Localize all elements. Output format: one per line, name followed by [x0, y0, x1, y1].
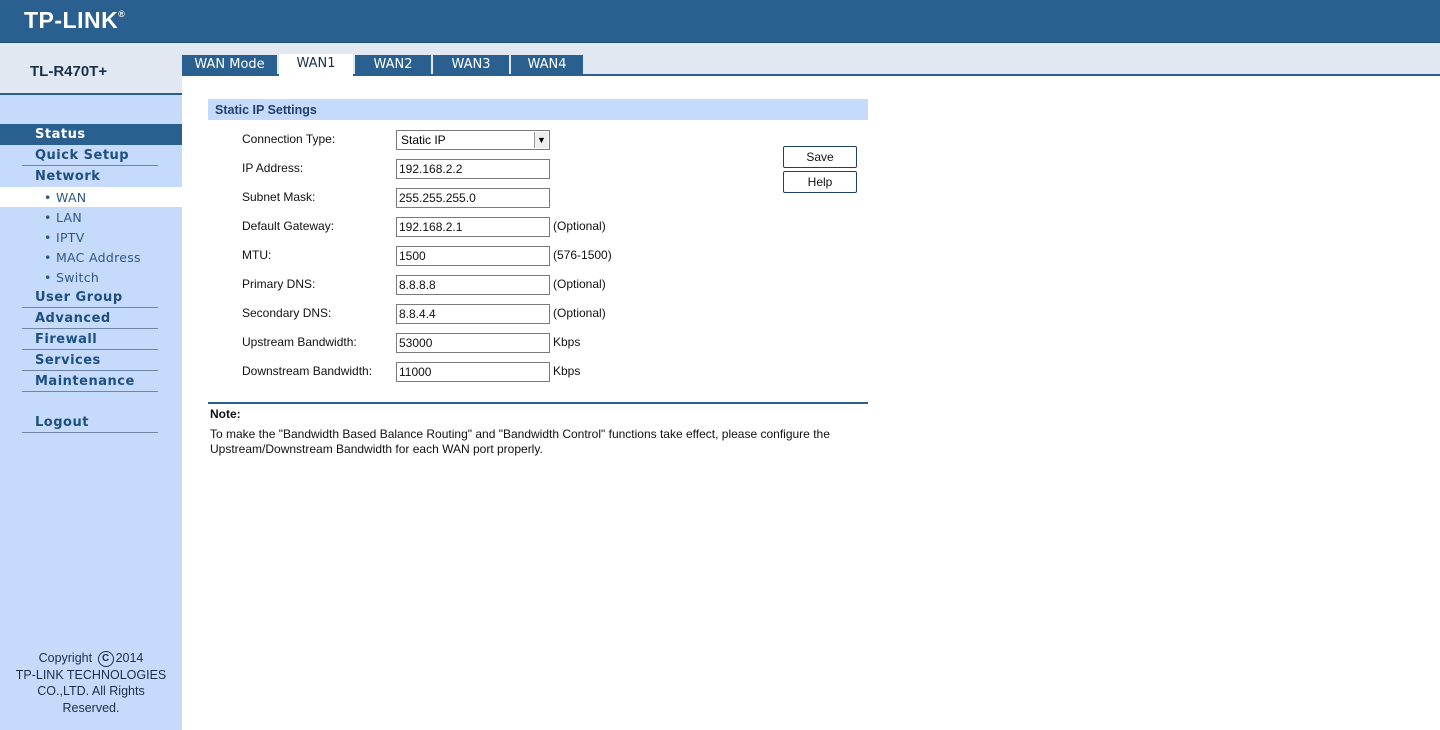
note-divider — [208, 402, 868, 404]
tab-bar: WAN Mode WAN1 WAN2 WAN3 WAN4 — [182, 43, 1440, 76]
tab-wan2[interactable]: WAN2 — [355, 55, 431, 74]
sidebar-item-label: Maintenance — [35, 374, 135, 389]
divider — [22, 432, 158, 433]
form-row-subnet-mask: Subnet Mask: 255.255.255.0 — [182, 188, 882, 208]
default-gateway-input[interactable]: 192.168.2.1 — [396, 217, 550, 237]
bullet-icon: • — [44, 270, 52, 285]
field-label: Secondary DNS: — [242, 306, 332, 320]
sidebar-item-label: Services — [35, 353, 101, 368]
sidebar-item-label: Network — [35, 169, 101, 184]
tab-wan4[interactable]: WAN4 — [511, 55, 583, 74]
section-title: Static IP Settings — [215, 103, 317, 117]
sidebar-item-label: Firewall — [35, 332, 98, 347]
sidebar-item-logout[interactable]: Logout — [0, 412, 182, 433]
sidebar-item-firewall[interactable]: Firewall — [0, 329, 182, 350]
field-label: MTU: — [242, 248, 272, 262]
field-hint: (Optional) — [553, 277, 606, 291]
mtu-input[interactable]: 1500 — [396, 246, 550, 266]
top-header: TP-LINK® — [0, 0, 1440, 43]
tab-wan-mode[interactable]: WAN Mode — [182, 55, 277, 74]
note-title: Note: — [210, 407, 241, 421]
field-label: Subnet Mask: — [242, 190, 316, 204]
field-hint: (Optional) — [553, 219, 606, 233]
sidebar-item-label: User Group — [35, 290, 123, 305]
field-label: Primary DNS: — [242, 277, 316, 291]
field-hint: Kbps — [553, 364, 581, 378]
sidebar-subitem-label: • MAC Address — [44, 250, 141, 265]
sidebar-subitem-label: • WAN — [44, 190, 87, 205]
bullet-icon: • — [44, 230, 52, 245]
copyright-line4: Reserved. — [62, 700, 120, 715]
copyright-icon: C — [97, 650, 114, 667]
primary-dns-input[interactable]: 8.8.8.8 — [396, 275, 550, 295]
upstream-bandwidth-input[interactable]: 53000 — [396, 333, 550, 353]
connection-type-select[interactable]: Static IP ▼ — [396, 130, 550, 150]
model-box: TL-R470T+ — [0, 43, 182, 95]
form-row-ip-address: IP Address: 192.168.2.2 — [182, 159, 882, 179]
sidebar: TL-R470T+ Status Quick Setup Network • W… — [0, 43, 182, 730]
registered-mark: ® — [118, 9, 126, 19]
sidebar-item-user-group[interactable]: User Group — [0, 287, 182, 308]
sidebar-subitem-switch[interactable]: • Switch — [0, 267, 182, 287]
form-row-mtu: MTU: 1500 (576-1500) — [182, 246, 882, 266]
sidebar-subitem-lan[interactable]: • LAN — [0, 207, 182, 227]
bullet-icon: • — [44, 250, 52, 265]
note-text: To make the "Bandwidth Based Balance Rou… — [210, 427, 830, 456]
secondary-dns-input[interactable]: 8.8.4.4 — [396, 304, 550, 324]
copyright-line2: TP-LINK TECHNOLOGIES — [15, 667, 167, 682]
form-row-primary-dns: Primary DNS: 8.8.8.8 (Optional) — [182, 275, 882, 295]
field-hint: (576-1500) — [553, 248, 612, 262]
form-row-default-gateway: Default Gateway: 192.168.2.1 (Optional) — [182, 217, 882, 237]
form-row-connection-type: Connection Type: Static IP ▼ — [182, 130, 882, 150]
form-row-downstream-bandwidth: Downstream Bandwidth: 11000 Kbps — [182, 362, 882, 382]
sidebar-subitem-wan[interactable]: • WAN — [0, 187, 182, 207]
sidebar-item-network[interactable]: Network — [0, 166, 182, 187]
sidebar-item-maintenance[interactable]: Maintenance — [0, 371, 182, 392]
tab-wan1[interactable]: WAN1 — [279, 54, 353, 76]
copyright-text: Copyright C 2014 TP-LINK TECHNOLOGIES CO.… — [0, 650, 182, 716]
copyright-line3: CO.,LTD. All Rights — [37, 684, 145, 699]
sidebar-nav: Status Quick Setup Network • WAN • LAN •… — [0, 124, 182, 433]
sidebar-subitem-iptv[interactable]: • IPTV — [0, 227, 182, 247]
section-header: Static IP Settings — [208, 99, 868, 120]
sidebar-item-status[interactable]: Status — [0, 124, 182, 145]
help-button[interactable]: Help — [783, 171, 857, 193]
bullet-icon: • — [44, 190, 52, 205]
field-label: Upstream Bandwidth: — [242, 335, 357, 349]
field-hint: Kbps — [553, 335, 581, 349]
main-content: Static IP Settings Connection Type: Stat… — [182, 76, 1440, 730]
field-label: Default Gateway: — [242, 219, 335, 233]
sidebar-item-label: Advanced — [35, 311, 111, 326]
model-name: TL-R470T+ — [30, 63, 108, 80]
subnet-mask-input[interactable]: 255.255.255.0 — [396, 188, 550, 208]
ip-address-input[interactable]: 192.168.2.2 — [396, 159, 550, 179]
bullet-icon: • — [44, 210, 52, 225]
brand-name: TP-LINK — [24, 7, 119, 33]
divider — [22, 391, 158, 392]
sidebar-subitem-label: • Switch — [44, 270, 100, 285]
sidebar-subitem-label: • IPTV — [44, 230, 85, 245]
sidebar-item-label: Logout — [35, 415, 89, 430]
copyright-line1: Copyright C 2014 — [38, 650, 144, 667]
select-value: Static IP — [401, 133, 446, 147]
sidebar-subitem-label: • LAN — [44, 210, 83, 225]
field-hint: (Optional) — [553, 306, 606, 320]
sidebar-item-label: Quick Setup — [35, 148, 130, 163]
sidebar-item-label: Status — [35, 127, 86, 142]
downstream-bandwidth-input[interactable]: 11000 — [396, 362, 550, 382]
tp-link-logo: TP-LINK® — [24, 7, 125, 34]
save-button[interactable]: Save — [783, 146, 857, 168]
tab-wan3[interactable]: WAN3 — [433, 55, 509, 74]
dropdown-arrow-icon[interactable]: ▼ — [534, 132, 548, 148]
field-label: Connection Type: — [242, 132, 336, 146]
form-row-upstream-bandwidth: Upstream Bandwidth: 53000 Kbps — [182, 333, 882, 353]
sidebar-subitem-mac-address[interactable]: • MAC Address — [0, 247, 182, 267]
field-label: IP Address: — [242, 161, 304, 175]
form-row-secondary-dns: Secondary DNS: 8.8.4.4 (Optional) — [182, 304, 882, 324]
sidebar-item-services[interactable]: Services — [0, 350, 182, 371]
field-label: Downstream Bandwidth: — [242, 364, 373, 378]
sidebar-item-quick-setup[interactable]: Quick Setup — [0, 145, 182, 166]
sidebar-item-advanced[interactable]: Advanced — [0, 308, 182, 329]
